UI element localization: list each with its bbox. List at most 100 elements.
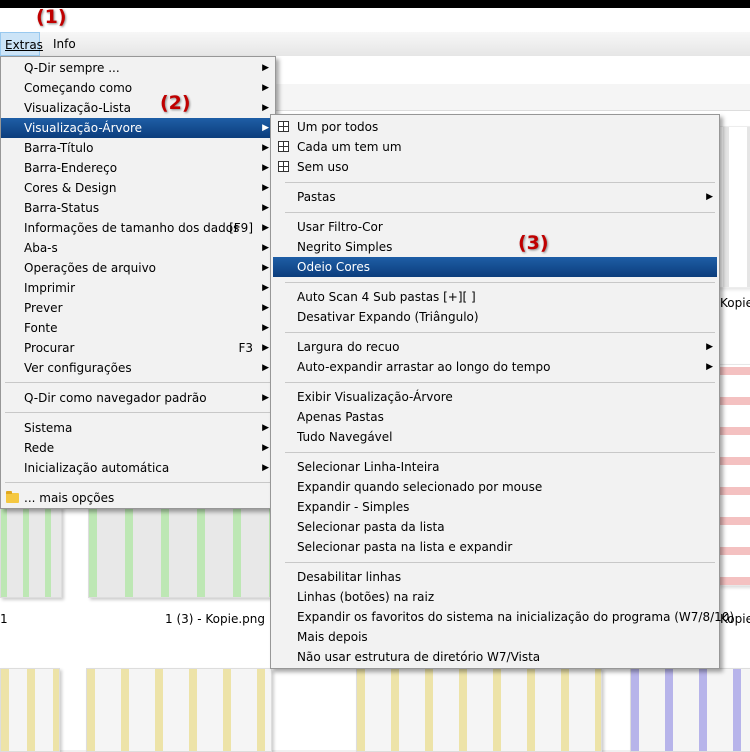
menu-item-expandir-mouse[interactable]: Expandir quando selecionado por mouse: [271, 477, 719, 497]
menu-item-comecando-como[interactable]: Começando como ▶: [1, 78, 275, 98]
menu-item-desabilitar-linhas[interactable]: Desabilitar linhas: [271, 567, 719, 587]
menu-item-nao-usar-estrutura[interactable]: Não usar estrutura de diretório W7/Vista: [271, 647, 719, 667]
menu-item-mais-depois[interactable]: Mais depois: [271, 627, 719, 647]
menu-separator: [285, 382, 715, 383]
address-bar[interactable]: [276, 56, 750, 85]
menu-item-usar-filtro-cor[interactable]: Usar Filtro-Cor: [271, 217, 719, 237]
menu-item-apenas-pastas[interactable]: Apenas Pastas: [271, 407, 719, 427]
menu-item-odeio-cores[interactable]: Odeio Cores: [273, 257, 717, 277]
grid-icon: [278, 121, 289, 132]
chevron-right-icon: ▶: [262, 163, 269, 173]
chevron-right-icon: ▶: [262, 263, 269, 273]
chevron-right-icon: ▶: [262, 63, 269, 73]
menu-item-selecionar-pasta-expandir[interactable]: Selecionar pasta na lista e expandir: [271, 537, 719, 557]
thumbnail-image[interactable]: [0, 668, 60, 752]
chevron-right-icon: ▶: [262, 303, 269, 313]
chevron-right-icon: ▶: [262, 283, 269, 293]
file-caption: Kopie: [720, 296, 750, 310]
chevron-right-icon: ▶: [262, 123, 269, 133]
menu-separator: [285, 212, 715, 213]
menu-separator: [285, 182, 715, 183]
menu-item-navegador-padrao[interactable]: Q-Dir como navegador padrão ▶: [1, 388, 275, 408]
menu-separator: [285, 562, 715, 563]
chevron-right-icon: ▶: [262, 243, 269, 253]
menu-item-visualizacao-arvore[interactable]: Visualização-Árvore ▶: [1, 118, 275, 138]
menu-item-ver-configuracoes[interactable]: Ver configurações ▶: [1, 358, 275, 378]
chevron-right-icon: ▶: [262, 143, 269, 153]
menu-extras[interactable]: Extras: [0, 32, 43, 56]
menu-item-rede[interactable]: Rede ▶: [1, 438, 275, 458]
annotation-1: (1): [36, 6, 67, 28]
menu-item-selecionar-linha-inteira[interactable]: Selecionar Linha-Inteira: [271, 457, 719, 477]
chevron-right-icon: ▶: [262, 223, 269, 233]
menu-item-sistema[interactable]: Sistema ▶: [1, 418, 275, 438]
menu-separator: [285, 332, 715, 333]
menu-item-operacoes-arquivo[interactable]: Operações de arquivo ▶: [1, 258, 275, 278]
menu-item-um-por-todos[interactable]: Um por todos: [271, 117, 719, 137]
thumbnail-image[interactable]: [356, 668, 602, 752]
menu-item-prever[interactable]: Prever ▶: [1, 298, 275, 318]
thumbnail-image[interactable]: [86, 668, 272, 752]
menu-item-expandir-simples[interactable]: Expandir - Simples: [271, 497, 719, 517]
menu-item-inicializacao-automatica[interactable]: Inicialização automática ▶: [1, 458, 275, 478]
menu-item-auto-expandir[interactable]: Auto-expandir arrastar ao longo do tempo…: [271, 357, 719, 377]
menu-item-visualizacao-lista[interactable]: Visualização-Lista ▶: [1, 98, 275, 118]
menu-item-informacoes-tamanho[interactable]: Informações de tamanho dos dados [F9] ▶: [1, 218, 275, 238]
menu-item-procurar[interactable]: Procurar F3 ▶: [1, 338, 275, 358]
chevron-right-icon: ▶: [262, 83, 269, 93]
file-caption: 1 (3) - Kopie.png: [165, 612, 266, 626]
annotation-2: (2): [160, 92, 191, 114]
thumbnail-image[interactable]: [630, 668, 750, 752]
menu-separator: [285, 282, 715, 283]
menu-item-imprimir[interactable]: Imprimir ▶: [1, 278, 275, 298]
menu-item-expandir-favoritos[interactable]: Expandir os favoritos do sistema na inic…: [271, 607, 734, 627]
menu-item-barra-titulo[interactable]: Barra-Título ▶: [1, 138, 275, 158]
chevron-right-icon: ▶: [262, 393, 269, 403]
menu-item-largura-recuo[interactable]: Largura do recuo ▶: [271, 337, 719, 357]
menu-item-cada-um-tem-um[interactable]: Cada um tem um: [271, 137, 719, 157]
menu-item-selecionar-pasta-lista[interactable]: Selecionar pasta da lista: [271, 517, 719, 537]
menu-item-pastas[interactable]: Pastas ▶: [271, 187, 719, 207]
menu-item-linhas-raiz[interactable]: Linhas (botões) na raiz: [271, 587, 719, 607]
shortcut-label: [F9]: [229, 221, 253, 235]
tree-view-submenu: Um por todos Cada um tem um Sem uso Past…: [270, 114, 734, 669]
folder-icon: [6, 491, 19, 503]
menu-item-cores-design[interactable]: Cores & Design ▶: [1, 178, 275, 198]
file-caption: 1: [0, 612, 8, 626]
thumbnail-image[interactable]: [0, 506, 62, 598]
menu-item-exibir-visualizacao-arvore[interactable]: Exibir Visualização-Árvore: [271, 387, 719, 407]
menu-item-fonte[interactable]: Fonte ▶: [1, 318, 275, 338]
chevron-right-icon: ▶: [262, 203, 269, 213]
menu-item-desativar-expando[interactable]: Desativar Expando (Triângulo): [271, 307, 719, 327]
title-bar: [0, 0, 750, 8]
chevron-right-icon: ▶: [706, 362, 713, 372]
menu-separator: [5, 382, 271, 383]
menu-separator: [5, 412, 271, 413]
menu-item-barra-status[interactable]: Barra-Status ▶: [1, 198, 275, 218]
menu-item-barra-endereco[interactable]: Barra-Endereço ▶: [1, 158, 275, 178]
thumbnail-image[interactable]: [718, 364, 750, 586]
menu-item-negrito-simples[interactable]: Negrito Simples: [271, 237, 719, 257]
shortcut-label: F3: [238, 341, 253, 355]
menu-item-mais-opcoes[interactable]: ... mais opções: [1, 488, 275, 508]
annotation-3: (3): [518, 232, 549, 254]
menu-bar: Extras Info: [0, 32, 750, 56]
chevron-right-icon: ▶: [262, 103, 269, 113]
menu-item-auto-scan[interactable]: Auto Scan 4 Sub pastas [+][ ]: [271, 287, 719, 307]
menu-item-tudo-navegavel[interactable]: Tudo Navegável: [271, 427, 719, 447]
chevron-right-icon: ▶: [706, 192, 713, 202]
menu-item-sem-uso[interactable]: Sem uso: [271, 157, 719, 177]
chevron-right-icon: ▶: [262, 363, 269, 373]
chevron-right-icon: ▶: [262, 323, 269, 333]
chevron-right-icon: ▶: [262, 183, 269, 193]
chevron-right-icon: ▶: [262, 443, 269, 453]
menu-separator: [285, 452, 715, 453]
menu-item-q-dir-sempre[interactable]: Q-Dir sempre ... ▶: [1, 58, 275, 78]
window-header: [0, 8, 750, 32]
menu-item-abas[interactable]: Aba-s ▶: [1, 238, 275, 258]
column-header: [276, 84, 750, 111]
thumbnail-image[interactable]: [88, 506, 272, 598]
menu-info[interactable]: Info: [48, 32, 81, 56]
grid-icon: [278, 161, 289, 172]
menu-separator: [5, 482, 271, 483]
